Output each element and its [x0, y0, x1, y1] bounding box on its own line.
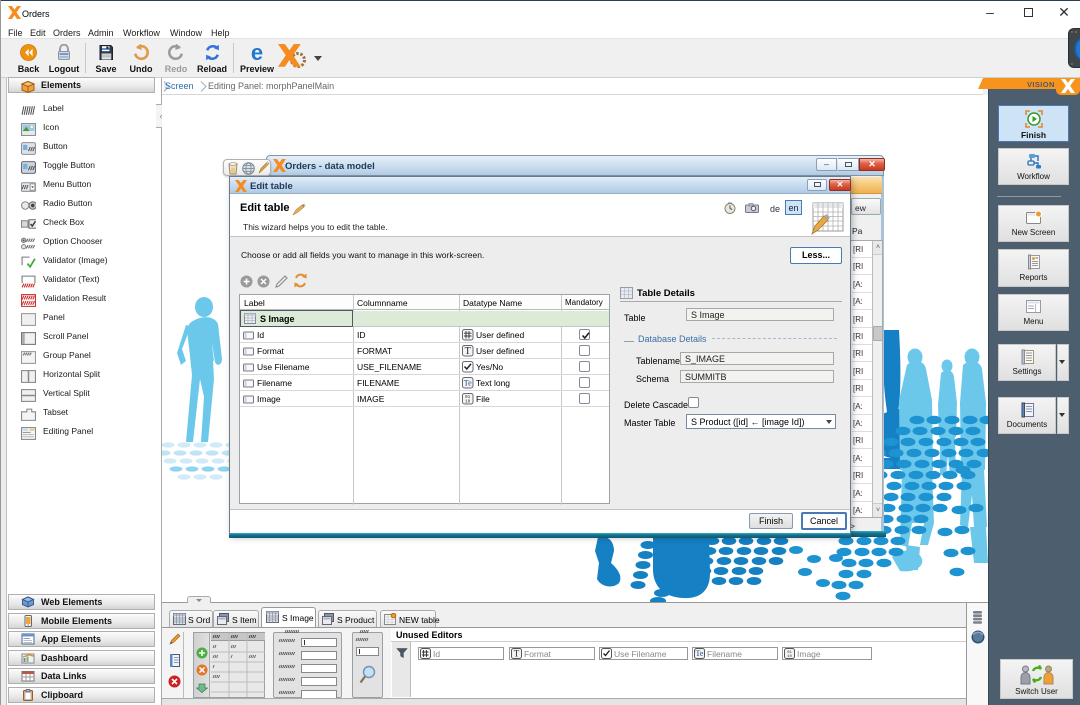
svg-text:Te: Te [696, 649, 704, 658]
svg-text:10: 10 [465, 400, 471, 405]
svg-text:e: e [251, 42, 263, 64]
svg-text:Te: Te [464, 379, 472, 388]
svg-text:T: T [514, 649, 520, 659]
svg-text:T: T [465, 346, 471, 357]
svg-text:10: 10 [787, 655, 792, 659]
